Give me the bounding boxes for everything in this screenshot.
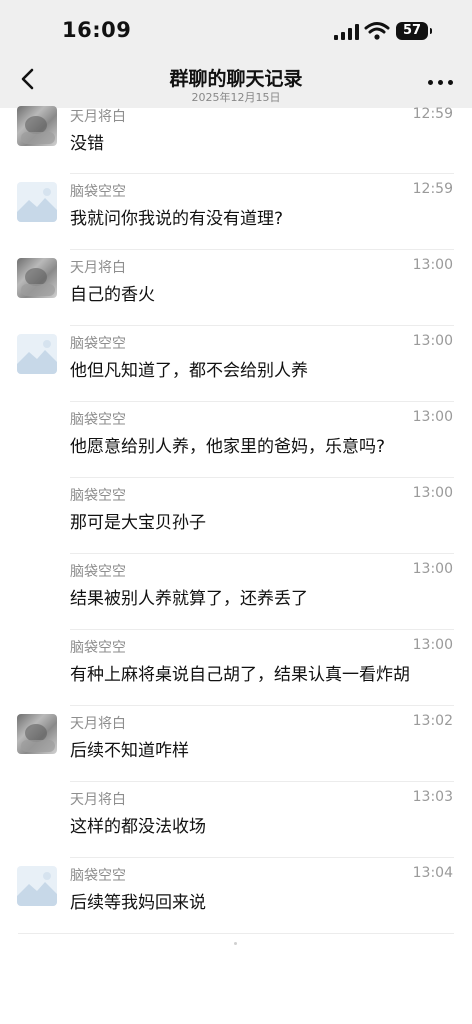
- message-text: 自己的香火: [70, 285, 155, 305]
- sender-name: 脑袋空空: [70, 868, 126, 884]
- avatar-cat: [17, 106, 57, 146]
- sender-name: 脑袋空空: [70, 336, 126, 352]
- sender-name: 脑袋空空: [70, 184, 126, 200]
- status-bar: 16:09 57: [0, 0, 472, 60]
- chat-record-list[interactable]: 天月将白 12:59 没错 脑袋空空 12:59 我就问你我说的有没有道理? 天…: [0, 106, 472, 934]
- message-row[interactable]: 脑袋空空 13:00 他但凡知道了，都不会给别人养: [0, 326, 472, 402]
- message-row[interactable]: 脑袋空空 13:00 他愿意给别人养，他家里的爸妈，乐意吗?: [0, 402, 472, 478]
- message-text: 那可是大宝贝孙子: [70, 513, 206, 533]
- sender-name: 天月将白: [70, 792, 126, 808]
- navigation-bar: 群聊的聊天记录 2025年12月15日: [0, 58, 472, 108]
- message-row[interactable]: 脑袋空空 13:04 后续等我妈回来说: [0, 858, 472, 934]
- sender-name: 天月将白: [70, 109, 126, 125]
- sender-name: 脑袋空空: [70, 412, 126, 428]
- cellular-signal-icon: [334, 24, 360, 40]
- message-time: 12:59: [412, 106, 453, 122]
- sender-name: 天月将白: [70, 260, 126, 276]
- sender-name: 脑袋空空: [70, 640, 126, 656]
- message-row[interactable]: 天月将白 12:59 没错: [0, 106, 472, 174]
- landscape-placeholder-icon: [17, 188, 57, 222]
- page-title: 群聊的聊天记录: [169, 68, 303, 90]
- message-time: 13:02: [412, 713, 453, 729]
- page-subtitle-date: 2025年12月15日: [191, 91, 281, 104]
- message-row[interactable]: 脑袋空空 13:00 有种上麻将桌说自己胡了，结果认真一看炸胡: [0, 630, 472, 706]
- message-text: 这样的都没法收场: [70, 817, 206, 837]
- message-time: 13:00: [412, 257, 453, 273]
- avatar-cat: [17, 258, 57, 298]
- message-row[interactable]: 脑袋空空 12:59 我就问你我说的有没有道理?: [0, 174, 472, 250]
- message-row[interactable]: 脑袋空空 13:00 结果被别人养就算了，还养丢了: [0, 554, 472, 630]
- end-of-list-dot: [234, 942, 237, 945]
- message-text: 他但凡知道了，都不会给别人养: [70, 361, 308, 381]
- status-time: 16:09: [62, 18, 132, 42]
- more-options-button[interactable]: [428, 80, 454, 86]
- landscape-placeholder-icon: [17, 872, 57, 906]
- landscape-placeholder-icon: [17, 340, 57, 374]
- message-text: 结果被别人养就算了，还养丢了: [70, 589, 308, 609]
- avatar-landscape: [17, 866, 57, 906]
- message-row[interactable]: 天月将白 13:02 后续不知道咋样: [0, 706, 472, 782]
- message-text: 后续等我妈回来说: [70, 893, 206, 913]
- avatar-landscape: [17, 334, 57, 374]
- message-time: 12:59: [412, 181, 453, 197]
- message-text: 后续不知道咋样: [70, 741, 189, 761]
- message-row[interactable]: 天月将白 13:00 自己的香火: [0, 250, 472, 326]
- message-time: 13:03: [412, 789, 453, 805]
- message-time: 13:00: [412, 409, 453, 425]
- message-text: 有种上麻将桌说自己胡了，结果认真一看炸胡: [70, 665, 410, 685]
- top-bar: 16:09 57 群聊的聊天记录 2025年12月15日: [0, 0, 472, 108]
- avatar-cat: [17, 714, 57, 754]
- avatar-landscape: [17, 182, 57, 222]
- message-row[interactable]: 天月将白 13:03 这样的都没法收场: [0, 782, 472, 858]
- message-text: 我就问你我说的有没有道理?: [70, 209, 284, 229]
- message-time: 13:00: [412, 333, 453, 349]
- divider: [18, 933, 454, 934]
- wifi-icon: [364, 21, 390, 41]
- message-text: 他愿意给别人养，他家里的爸妈，乐意吗?: [70, 437, 386, 457]
- message-time: 13:04: [412, 865, 453, 881]
- message-time: 13:00: [412, 637, 453, 653]
- message-time: 13:00: [412, 485, 453, 501]
- message-text: 没错: [70, 134, 104, 154]
- battery-icon: 57: [396, 22, 432, 40]
- sender-name: 天月将白: [70, 716, 126, 732]
- message-time: 13:00: [412, 561, 453, 577]
- sender-name: 脑袋空空: [70, 488, 126, 504]
- sender-name: 脑袋空空: [70, 564, 126, 580]
- message-row[interactable]: 脑袋空空 13:00 那可是大宝贝孙子: [0, 478, 472, 554]
